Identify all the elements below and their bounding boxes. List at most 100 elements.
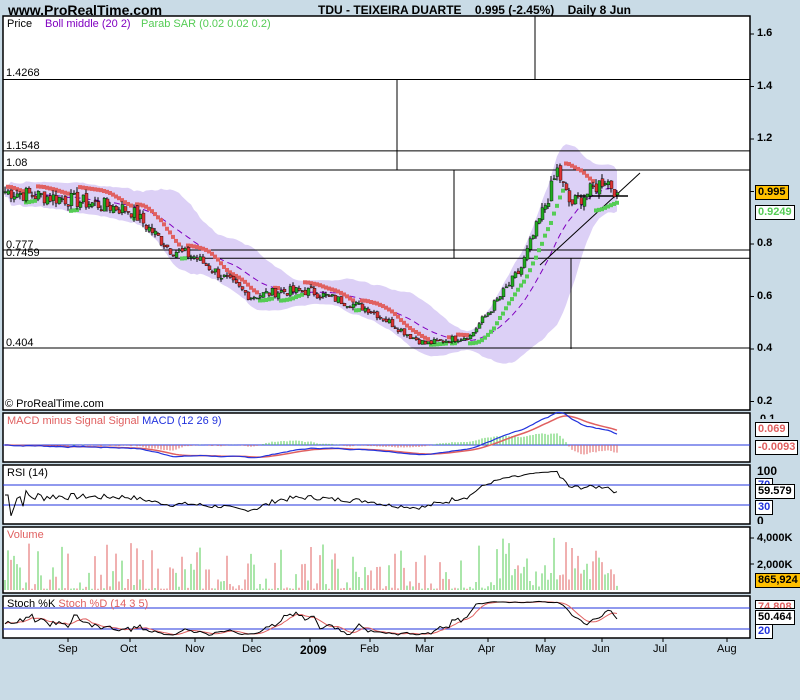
candle (372, 311, 377, 314)
candle (507, 284, 512, 287)
candle (423, 340, 428, 345)
candle (393, 327, 398, 329)
candle (255, 297, 260, 300)
candle (159, 236, 164, 246)
stoch-k-label: Stoch %K (7, 598, 56, 610)
candle (354, 302, 359, 305)
sar-dot (219, 261, 223, 266)
volume-axis-4000: 4,000K (757, 532, 793, 544)
candle (99, 209, 104, 211)
stoch-k-value: 50.464 (755, 610, 795, 625)
candle (183, 248, 188, 251)
month-label: Aug (717, 643, 737, 655)
sar-dot (525, 274, 529, 279)
candle (411, 337, 416, 339)
candle (213, 268, 218, 273)
chart-canvas[interactable] (0, 0, 800, 700)
sar-dot (507, 301, 511, 306)
macd-label-a: MACD minus Signal (7, 415, 106, 427)
candle (489, 311, 494, 314)
candle (447, 341, 452, 343)
candle (18, 193, 23, 195)
candle (333, 295, 338, 302)
candle (207, 265, 212, 270)
candle (258, 295, 263, 298)
candle (174, 252, 179, 258)
sar-dot (447, 335, 451, 340)
last-price-tag: 0.995 (755, 185, 789, 200)
sar-dot (504, 306, 508, 311)
candle (285, 293, 290, 296)
candle (501, 288, 506, 297)
candle (150, 227, 155, 234)
sar-dot (492, 326, 496, 331)
rsi-value: 59.579 (755, 484, 795, 499)
candle (492, 300, 497, 311)
sar-dot (33, 198, 37, 203)
month-label: Feb (360, 643, 379, 655)
candle (6, 190, 11, 195)
candle (471, 332, 476, 337)
sar-dot (549, 220, 553, 225)
candle (162, 244, 167, 248)
candle (498, 296, 503, 300)
candle (3, 191, 8, 193)
candle (345, 306, 350, 308)
panel-2 (2, 464, 751, 525)
candle (486, 312, 491, 316)
candle (66, 204, 71, 207)
candle (540, 207, 545, 220)
sar-dot (495, 321, 499, 326)
month-label: Sep (58, 643, 78, 655)
candle (459, 339, 464, 341)
candle (15, 193, 20, 198)
candle (384, 318, 389, 322)
candle (324, 294, 329, 296)
price-axis-label: 0.4 (757, 342, 773, 354)
candle (576, 195, 581, 197)
candle (315, 293, 320, 299)
candle (228, 274, 233, 278)
candle (597, 180, 602, 195)
candle (513, 272, 518, 278)
candle (534, 221, 539, 237)
sar-dot (171, 234, 175, 239)
month-label: Oct (120, 643, 138, 655)
candle (138, 214, 143, 220)
candle (369, 311, 374, 314)
candle (417, 339, 422, 345)
candle (300, 290, 305, 292)
candle (591, 185, 596, 188)
candle (288, 286, 293, 296)
candle (525, 248, 530, 260)
sar-dot (519, 283, 523, 288)
candle (327, 295, 332, 297)
candle (342, 303, 347, 307)
candle (297, 288, 302, 291)
stoch-d-label: Stoch %D (14 3 5) (58, 598, 149, 610)
candle (480, 316, 485, 324)
candle (306, 288, 311, 296)
price-axis-label: 0.2 (757, 394, 773, 407)
candle (57, 197, 62, 204)
candle (528, 238, 533, 250)
candle (390, 319, 395, 328)
macd-signal-value: -0.0093 (755, 440, 799, 455)
stoch-legend: Stoch %K Stoch %D (14 3 5) (7, 598, 148, 610)
candle (555, 167, 560, 177)
sar-dot (129, 203, 133, 208)
candle (579, 197, 584, 205)
candle (453, 335, 458, 342)
candle (462, 338, 467, 341)
rsi-axis-100: 100 (757, 464, 778, 478)
sar-dot (396, 314, 400, 319)
sar-dot (465, 333, 469, 338)
candle (132, 207, 137, 218)
sar-dot (558, 195, 562, 200)
candle (444, 340, 449, 343)
candle (249, 297, 254, 300)
candle (546, 203, 551, 207)
candle (309, 286, 314, 288)
candle (294, 287, 299, 293)
candle (117, 209, 122, 214)
